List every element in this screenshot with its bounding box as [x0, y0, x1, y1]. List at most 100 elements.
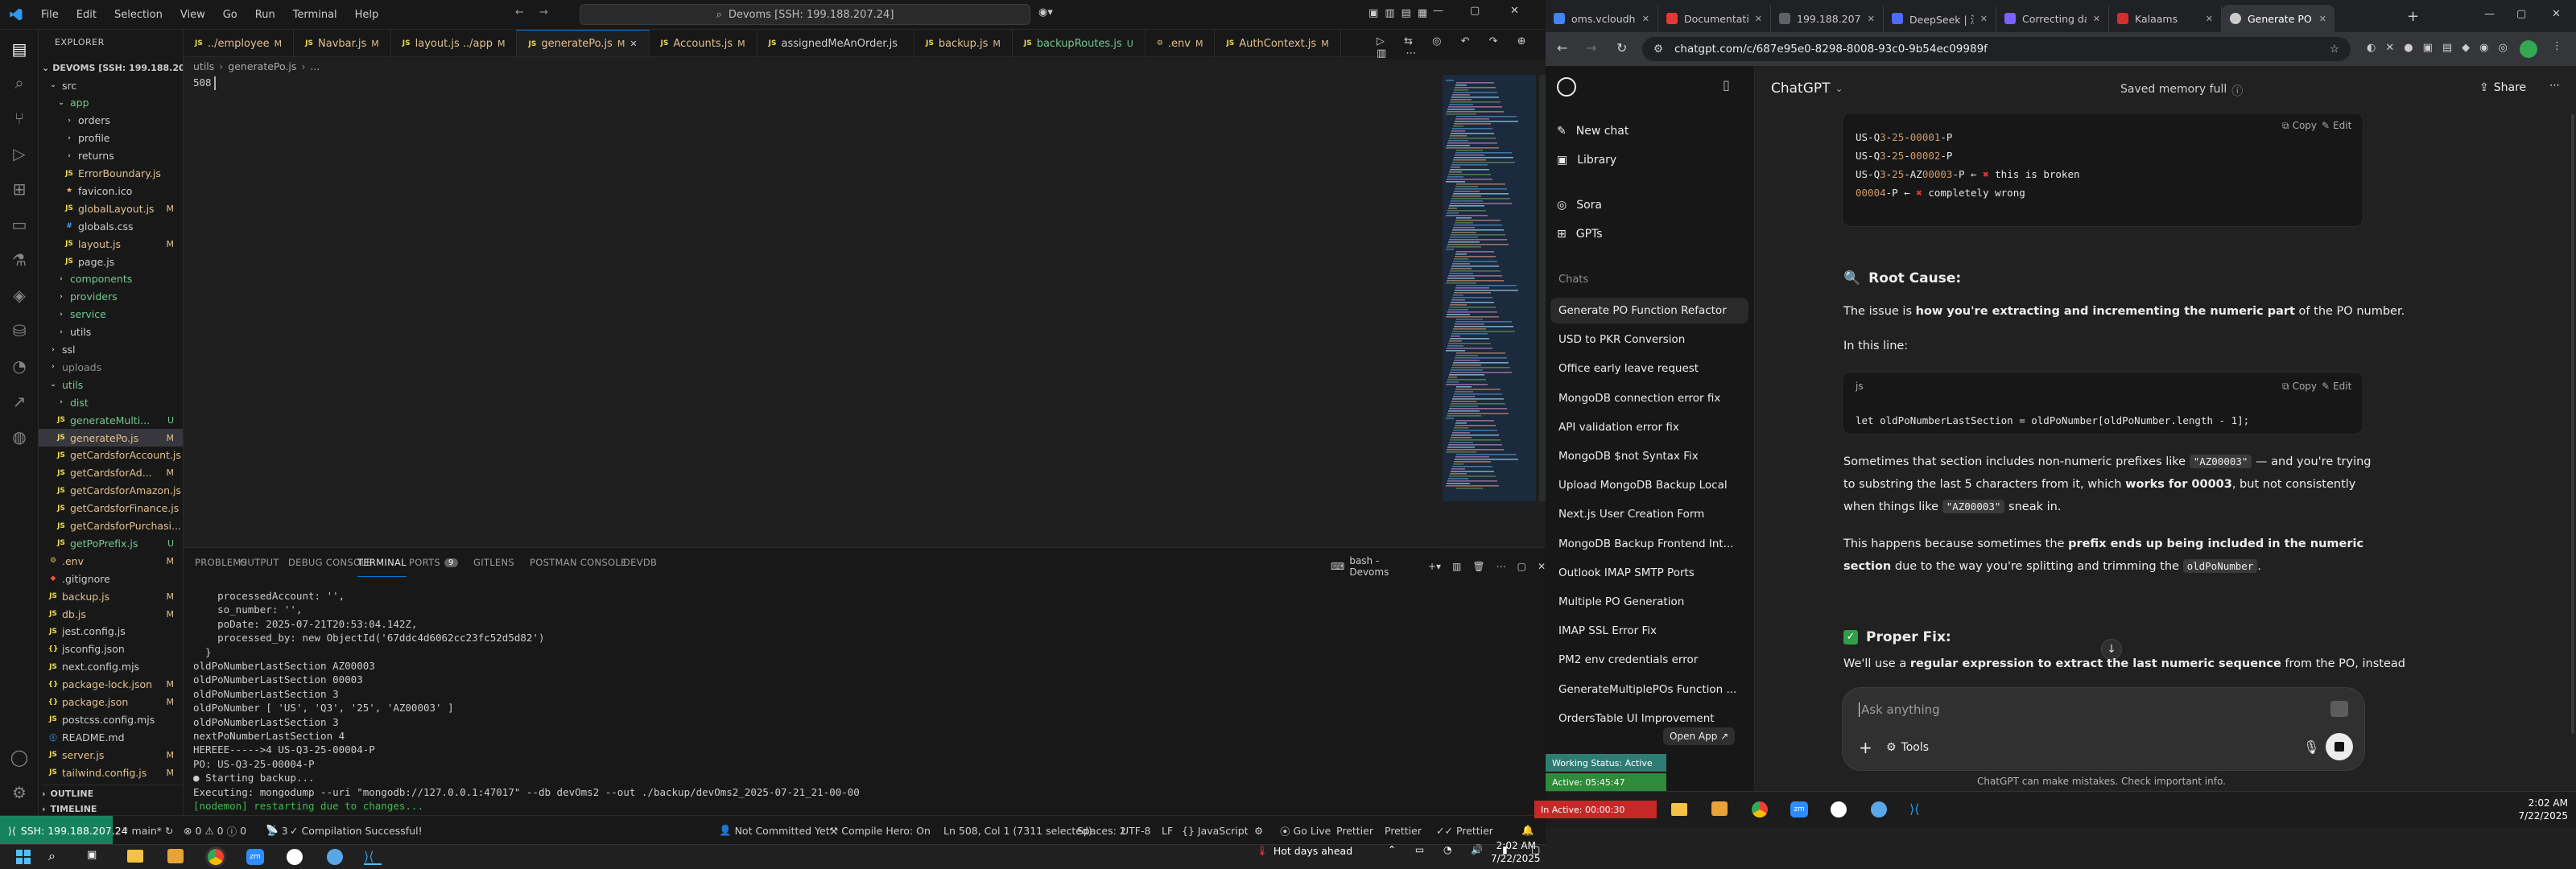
- close-icon[interactable]: ✕: [630, 39, 637, 49]
- remote-explorer-icon[interactable]: ▭: [8, 213, 31, 236]
- gitlens-icon[interactable]: ◈: [8, 284, 31, 307]
- minimap[interactable]: [1441, 75, 1538, 501]
- tree-folder[interactable]: › components: [39, 270, 183, 288]
- prettier-status-1[interactable]: Prettier: [1336, 816, 1373, 845]
- browser-tab[interactable]: DeepSeek | 深度求索 ✕: [1884, 5, 1996, 32]
- tree-file[interactable]: JS getCardsforAmazon.js: [39, 482, 183, 500]
- tree-file[interactable]: ⓘ README.md: [39, 728, 183, 746]
- chat-history-item[interactable]: Office early leave request: [1550, 356, 1748, 381]
- breadcrumb-item[interactable]: utils: [193, 60, 214, 72]
- chrome-menu-icon[interactable]: ⋮: [2552, 40, 2562, 52]
- close-tab-icon[interactable]: ✕: [2206, 14, 2213, 24]
- compile-hero[interactable]: ⚒ Compile Hero: On: [829, 816, 931, 845]
- tree-file[interactable]: JS generatePo.js M: [39, 429, 183, 447]
- explorer-icon[interactable]: ▤: [8, 38, 31, 60]
- command-center[interactable]: ⌕ Devoms [SSH: 199.188.207.24]: [580, 4, 1030, 25]
- tree-file[interactable]: JS getCardsforFinance.js: [39, 500, 183, 517]
- windows-start-icon[interactable]: [16, 850, 31, 864]
- nav-forward-icon[interactable]: →: [539, 6, 548, 19]
- editor-actions[interactable]: ▷ ⇆ ◎ ↶ ↷ ⊕ ▥ ⋯: [1377, 35, 1546, 60]
- forward-icon[interactable]: →: [1586, 40, 1596, 56]
- task-view-icon[interactable]: ▣: [87, 849, 97, 861]
- breadcrumb-item[interactable]: generatePo.js: [228, 60, 296, 72]
- tree-file[interactable]: {} jsconfig.json: [39, 640, 183, 658]
- accounts-icon[interactable]: ◯: [8, 746, 31, 768]
- close-tab-icon[interactable]: ✕: [2319, 14, 2326, 24]
- chat-history-item[interactable]: Next.js User Creation Form: [1550, 501, 1748, 527]
- add-attachment-icon[interactable]: +: [1859, 738, 1872, 757]
- layout-toggle-icons[interactable]: ▣▥▤▦: [1368, 7, 1434, 19]
- menu-item[interactable]: Selection: [105, 9, 171, 21]
- edit-button[interactable]: ✎ Edit: [2322, 120, 2351, 131]
- extensions-icons[interactable]: ◐✕●▣▤◆◉◎: [2367, 42, 2517, 54]
- app-icon-blue-circle[interactable]: [1871, 801, 1887, 818]
- tree-folder[interactable]: › returns: [39, 147, 183, 165]
- outline-section[interactable]: › OUTLINE: [42, 785, 183, 802]
- menu-item[interactable]: Terminal: [284, 9, 346, 21]
- back-icon[interactable]: ←: [1557, 40, 1567, 56]
- browser-tab[interactable]: 199.188.207.24 ✕: [1771, 5, 1884, 32]
- problems-indicator[interactable]: ⊗ 0 ⚠ 0 ⓘ 0: [184, 816, 246, 845]
- editor-tab[interactable]: JS generatePo.js M ✕: [517, 30, 650, 56]
- tree-file[interactable]: ◆ .gitignore: [39, 570, 183, 587]
- chat-history-item[interactable]: USD to PKR Conversion: [1550, 327, 1748, 352]
- compile-status[interactable]: ✓ Compilation Successful!: [290, 816, 423, 845]
- search-icon[interactable]: ⌕: [8, 72, 31, 94]
- profile-avatar[interactable]: [2520, 40, 2537, 58]
- chrome-icon[interactable]: [208, 849, 224, 865]
- editor-scrollbar[interactable]: [1539, 75, 1546, 501]
- tree-file[interactable]: JS globalLayout.js M: [39, 200, 183, 217]
- source-control-icon[interactable]: ⑂: [8, 107, 31, 130]
- window-close-button[interactable]: ✕: [2552, 8, 2561, 20]
- tree-folder[interactable]: › uploads: [39, 358, 183, 376]
- panel-tab-ports[interactable]: PORTS 9: [409, 548, 458, 577]
- tree-folder[interactable]: › profile: [39, 130, 183, 147]
- new-chat-button[interactable]: ✎ New chat: [1557, 117, 1744, 145]
- editor-tab[interactable]: JS backupRoutes.js U: [1013, 30, 1146, 56]
- clock[interactable]: 2:02 AM 7/22/2025: [1491, 839, 1541, 865]
- tree-file[interactable]: {} package.json M: [39, 694, 183, 711]
- url-bar[interactable]: ⚙ chatgpt.com/c/687e95e0-8298-8008-93c0-…: [1642, 37, 2351, 61]
- sync-indicator[interactable]: ↻: [165, 816, 173, 845]
- extensions-icon[interactable]: ⊞: [8, 178, 31, 200]
- prettier-status-2[interactable]: Prettier: [1385, 816, 1422, 845]
- terminal-shell-selector[interactable]: ⌨ bash - Devoms +▾ ▥ 🗑 ⋯ ▢ ✕: [1331, 555, 1546, 578]
- close-sidebar-icon[interactable]: ▯: [1723, 77, 1730, 93]
- tree-file[interactable]: JS tailwind.config.js M: [39, 764, 183, 781]
- close-tab-icon[interactable]: ✕: [2093, 14, 2100, 24]
- breadcrumb-item[interactable]: ...: [310, 60, 320, 72]
- ports-indicator[interactable]: 📡 3: [266, 816, 288, 845]
- gpts-button[interactable]: ⊞ GPTs: [1557, 220, 1744, 248]
- tree-file[interactable]: JS layout.js M: [39, 235, 183, 253]
- code-editor[interactable]: 508: [184, 75, 1439, 546]
- menu-item[interactable]: Edit: [68, 9, 105, 21]
- close-tab-icon[interactable]: ✕: [1980, 14, 1988, 24]
- add-terminal-icon[interactable]: +▾: [1428, 561, 1441, 572]
- model-selector[interactable]: ChatGPT ⌄: [1771, 80, 1843, 97]
- panel-tab-devdb[interactable]: DEVDB: [623, 548, 657, 577]
- menu-item[interactable]: View: [171, 9, 214, 21]
- chat-history-item[interactable]: Generate PO Function Refactor: [1550, 298, 1748, 323]
- trash-icon[interactable]: 🗑: [1472, 561, 1484, 572]
- settings-gear-icon[interactable]: ⚙: [8, 781, 31, 804]
- cursor-position[interactable]: Ln 508, Col 1 (7311 selected): [943, 816, 1092, 845]
- tree-file[interactable]: JS server.js M: [39, 746, 183, 764]
- tools-button[interactable]: ⚙ Tools: [1886, 741, 1929, 754]
- close-panel-icon[interactable]: ✕: [1538, 561, 1546, 572]
- openai-logo-icon[interactable]: [1557, 77, 1576, 97]
- encoding[interactable]: UTF-8: [1121, 816, 1150, 845]
- more-icon[interactable]: ⋯: [1496, 561, 1506, 572]
- editor-tab[interactable]: JS AuthContext.js M: [1215, 30, 1341, 56]
- remote-indicator[interactable]: ⟩⟨ SSH: 199.188.207.24: [0, 816, 128, 845]
- chat-history-item[interactable]: MongoDB connection error fix: [1550, 385, 1748, 411]
- tree-folder[interactable]: › service: [39, 306, 183, 323]
- close-tab-icon[interactable]: ✕: [1868, 14, 1875, 24]
- tree-file[interactable]: JS next.config.mjs: [39, 658, 183, 676]
- split-terminal-icon[interactable]: ▥: [1452, 561, 1461, 572]
- prettier-status-3[interactable]: ✓✓ Prettier: [1436, 816, 1493, 845]
- sora-button[interactable]: ◎ Sora: [1557, 192, 1744, 219]
- copy-button[interactable]: ⧉ Copy: [2282, 381, 2317, 393]
- tree-file[interactable]: JS db.js M: [39, 605, 183, 623]
- chat-history-item[interactable]: Upload MongoDB Backup Local: [1550, 472, 1748, 498]
- menu-item[interactable]: Go: [214, 9, 246, 21]
